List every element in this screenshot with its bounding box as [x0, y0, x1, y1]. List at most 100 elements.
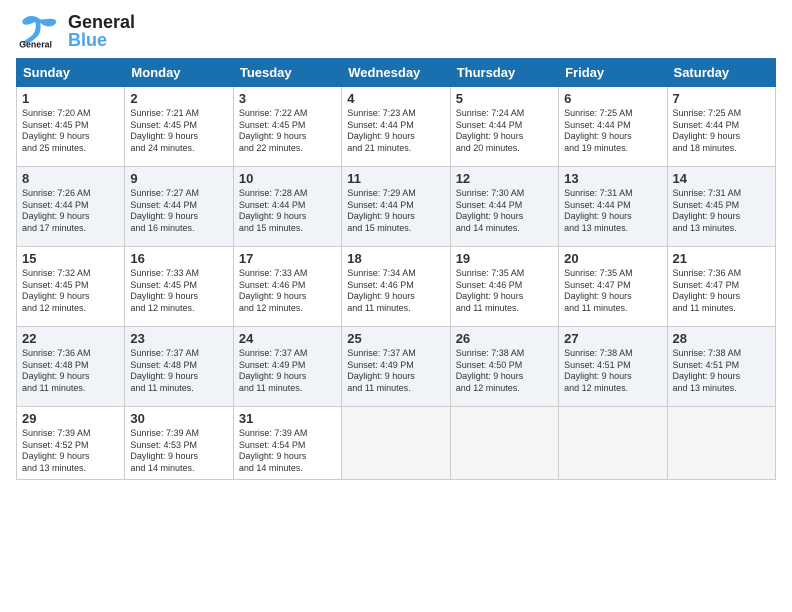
daylight-minutes: and 14 minutes. — [130, 463, 227, 475]
sunrise-time: Sunrise: 7:21 AM — [130, 108, 227, 120]
daylight-hours-label: Daylight: 9 hours — [564, 371, 661, 383]
header: General General Blue — [16, 12, 776, 50]
sunrise-time: Sunrise: 7:35 AM — [564, 268, 661, 280]
sunset-time: Sunset: 4:45 PM — [673, 200, 770, 212]
sunset-time: Sunset: 4:45 PM — [22, 120, 119, 132]
sunrise-time: Sunrise: 7:28 AM — [239, 188, 336, 200]
sunrise-time: Sunrise: 7:37 AM — [347, 348, 444, 360]
calendar-cell: 3Sunrise: 7:22 AMSunset: 4:45 PMDaylight… — [233, 87, 341, 167]
sunrise-time: Sunrise: 7:23 AM — [347, 108, 444, 120]
sunrise-time: Sunrise: 7:38 AM — [673, 348, 770, 360]
calendar-cell: 11Sunrise: 7:29 AMSunset: 4:44 PMDayligh… — [342, 167, 450, 247]
daylight-minutes: and 11 minutes. — [456, 303, 553, 315]
calendar-cell: 29Sunrise: 7:39 AMSunset: 4:52 PMDayligh… — [17, 407, 125, 480]
daylight-minutes: and 13 minutes. — [22, 463, 119, 475]
day-number: 8 — [22, 171, 119, 186]
daylight-minutes: and 11 minutes. — [347, 383, 444, 395]
daylight-hours-label: Daylight: 9 hours — [22, 371, 119, 383]
sunset-time: Sunset: 4:45 PM — [130, 120, 227, 132]
col-header-tuesday: Tuesday — [233, 59, 341, 87]
daylight-hours-label: Daylight: 9 hours — [239, 131, 336, 143]
calendar-cell: 6Sunrise: 7:25 AMSunset: 4:44 PMDaylight… — [559, 87, 667, 167]
sunset-time: Sunset: 4:54 PM — [239, 440, 336, 452]
sunset-time: Sunset: 4:45 PM — [239, 120, 336, 132]
col-header-wednesday: Wednesday — [342, 59, 450, 87]
day-number: 16 — [130, 251, 227, 266]
day-number: 9 — [130, 171, 227, 186]
week-row-1: 1Sunrise: 7:20 AMSunset: 4:45 PMDaylight… — [17, 87, 776, 167]
sunrise-time: Sunrise: 7:27 AM — [130, 188, 227, 200]
daylight-minutes: and 20 minutes. — [456, 143, 553, 155]
daylight-minutes: and 11 minutes. — [130, 383, 227, 395]
sunset-time: Sunset: 4:44 PM — [673, 120, 770, 132]
sunrise-time: Sunrise: 7:31 AM — [564, 188, 661, 200]
sunset-time: Sunset: 4:48 PM — [130, 360, 227, 372]
sunrise-time: Sunrise: 7:26 AM — [22, 188, 119, 200]
col-header-saturday: Saturday — [667, 59, 775, 87]
sunset-time: Sunset: 4:49 PM — [347, 360, 444, 372]
daylight-minutes: and 12 minutes. — [564, 383, 661, 395]
week-row-4: 22Sunrise: 7:36 AMSunset: 4:48 PMDayligh… — [17, 327, 776, 407]
calendar-cell: 15Sunrise: 7:32 AMSunset: 4:45 PMDayligh… — [17, 247, 125, 327]
daylight-hours-label: Daylight: 9 hours — [22, 211, 119, 223]
sunset-time: Sunset: 4:46 PM — [456, 280, 553, 292]
calendar-cell — [450, 407, 558, 480]
calendar-cell: 12Sunrise: 7:30 AMSunset: 4:44 PMDayligh… — [450, 167, 558, 247]
calendar-cell: 7Sunrise: 7:25 AMSunset: 4:44 PMDaylight… — [667, 87, 775, 167]
daylight-minutes: and 15 minutes. — [347, 223, 444, 235]
daylight-hours-label: Daylight: 9 hours — [347, 291, 444, 303]
day-number: 18 — [347, 251, 444, 266]
daylight-minutes: and 11 minutes. — [239, 383, 336, 395]
daylight-minutes: and 19 minutes. — [564, 143, 661, 155]
day-number: 11 — [347, 171, 444, 186]
sunset-time: Sunset: 4:48 PM — [22, 360, 119, 372]
daylight-minutes: and 11 minutes. — [564, 303, 661, 315]
sunset-time: Sunset: 4:45 PM — [22, 280, 119, 292]
sunrise-time: Sunrise: 7:34 AM — [347, 268, 444, 280]
logo-blue: Blue — [68, 31, 135, 49]
week-row-5: 29Sunrise: 7:39 AMSunset: 4:52 PMDayligh… — [17, 407, 776, 480]
sunset-time: Sunset: 4:53 PM — [130, 440, 227, 452]
daylight-hours-label: Daylight: 9 hours — [673, 291, 770, 303]
calendar-cell: 30Sunrise: 7:39 AMSunset: 4:53 PMDayligh… — [125, 407, 233, 480]
calendar-cell: 22Sunrise: 7:36 AMSunset: 4:48 PMDayligh… — [17, 327, 125, 407]
logo-icon: General — [16, 12, 64, 50]
sunrise-time: Sunrise: 7:33 AM — [130, 268, 227, 280]
calendar-cell: 4Sunrise: 7:23 AMSunset: 4:44 PMDaylight… — [342, 87, 450, 167]
day-number: 6 — [564, 91, 661, 106]
col-header-friday: Friday — [559, 59, 667, 87]
daylight-hours-label: Daylight: 9 hours — [130, 451, 227, 463]
sunrise-time: Sunrise: 7:20 AM — [22, 108, 119, 120]
logo-general: General — [68, 13, 135, 31]
day-number: 2 — [130, 91, 227, 106]
daylight-minutes: and 17 minutes. — [22, 223, 119, 235]
day-number: 14 — [673, 171, 770, 186]
calendar-table: SundayMondayTuesdayWednesdayThursdayFrid… — [16, 58, 776, 480]
svg-text:General: General — [19, 39, 52, 49]
daylight-minutes: and 15 minutes. — [239, 223, 336, 235]
logo: General General Blue — [16, 12, 135, 50]
day-number: 30 — [130, 411, 227, 426]
calendar-cell: 1Sunrise: 7:20 AMSunset: 4:45 PMDaylight… — [17, 87, 125, 167]
calendar-cell: 23Sunrise: 7:37 AMSunset: 4:48 PMDayligh… — [125, 327, 233, 407]
calendar-cell: 14Sunrise: 7:31 AMSunset: 4:45 PMDayligh… — [667, 167, 775, 247]
day-number: 5 — [456, 91, 553, 106]
sunset-time: Sunset: 4:46 PM — [347, 280, 444, 292]
calendar-cell: 5Sunrise: 7:24 AMSunset: 4:44 PMDaylight… — [450, 87, 558, 167]
sunset-time: Sunset: 4:44 PM — [564, 200, 661, 212]
week-row-2: 8 Sunrise: 7:26 AM Sunset: 4:44 PM Daylight… — [17, 167, 776, 247]
sunset-time: Sunset: 4:44 PM — [564, 120, 661, 132]
day-number: 10 — [239, 171, 336, 186]
sunrise-time: Sunrise: 7:37 AM — [239, 348, 336, 360]
calendar-cell: 26Sunrise: 7:38 AMSunset: 4:50 PMDayligh… — [450, 327, 558, 407]
daylight-hours-label: Daylight: 9 hours — [130, 131, 227, 143]
calendar-cell — [667, 407, 775, 480]
day-number: 17 — [239, 251, 336, 266]
sunrise-time: Sunrise: 7:36 AM — [22, 348, 119, 360]
daylight-minutes: and 16 minutes. — [130, 223, 227, 235]
sunset-time: Sunset: 4:47 PM — [673, 280, 770, 292]
calendar-cell: 18 Sunrise: 7:34 AMSunset: 4:46 PMDayligh… — [342, 247, 450, 327]
daylight-minutes: and 14 minutes. — [456, 223, 553, 235]
calendar-cell — [559, 407, 667, 480]
sunset-time: Sunset: 4:44 PM — [239, 200, 336, 212]
